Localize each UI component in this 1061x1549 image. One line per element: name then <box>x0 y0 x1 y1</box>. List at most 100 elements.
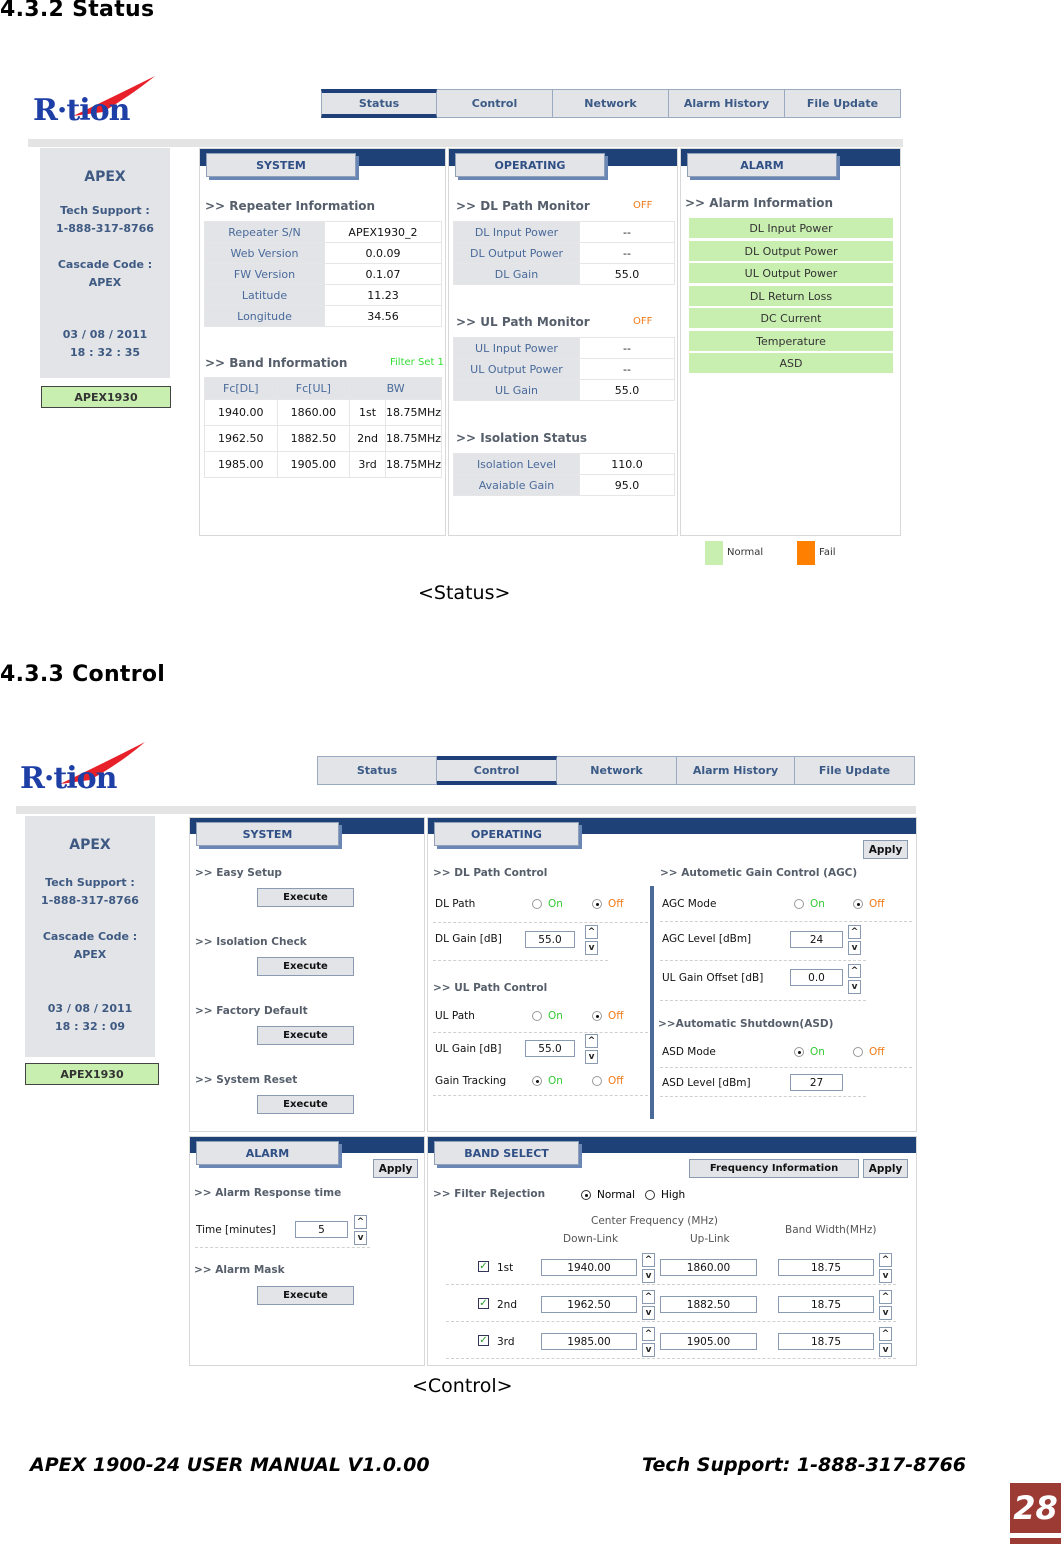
spin-down-button[interactable]: v <box>642 1269 655 1283</box>
panel-tab-system: SYSTEM <box>206 153 356 177</box>
agc-level-input[interactable]: 24 <box>790 931 843 948</box>
band-3rd-checkbox[interactable]: ✓ <box>478 1335 489 1346</box>
row-divider <box>660 1096 866 1097</box>
spin-up-button[interactable]: ^ <box>642 1327 655 1341</box>
ul-path-off-radio[interactable]: Off <box>592 1010 624 1022</box>
radio-checked-icon <box>592 1011 602 1021</box>
band-1st-uplink-input[interactable]: 1860.00 <box>660 1259 757 1276</box>
alarm-item-asd: ASD <box>689 353 893 373</box>
alarm-apply-button[interactable]: Apply <box>373 1159 418 1178</box>
frequency-information-button[interactable]: Frequency Information <box>689 1159 859 1178</box>
repeater-info-title: >> Repeater Information <box>205 199 376 213</box>
ul-gain-input[interactable]: 55.0 <box>525 1040 575 1057</box>
tab-file-update[interactable]: File Update <box>795 756 915 785</box>
gain-tracking-off-radio[interactable]: Off <box>592 1075 624 1087</box>
spin-up-button[interactable]: ^ <box>642 1253 655 1267</box>
tab-alarm-history[interactable]: Alarm History <box>669 89 785 118</box>
spin-down-button[interactable]: v <box>642 1343 655 1357</box>
bandwidth-header: Band Width(MHz) <box>785 1224 877 1236</box>
row-divider <box>433 1032 648 1033</box>
gain-tracking-on-radio[interactable]: On <box>532 1075 563 1087</box>
spin-up-button[interactable]: ^ <box>585 925 598 939</box>
agc-title: >> Autometic Gain Control (AGC) <box>660 867 858 879</box>
dl-path-off-radio[interactable]: Off <box>592 898 624 910</box>
dl-gain-value: 55.0 <box>579 263 675 285</box>
band-apply-button[interactable]: Apply <box>863 1159 908 1178</box>
fw-version-label: FW Version <box>204 263 325 285</box>
band-3rd-bandwidth-input[interactable]: 18.75 <box>778 1333 874 1350</box>
spin-down-button[interactable]: v <box>848 980 861 994</box>
band-3rd-uplink-input[interactable]: 1905.00 <box>660 1333 757 1350</box>
sidebar-time: 18 : 32 : 35 <box>69 346 141 359</box>
spin-up-button[interactable]: ^ <box>879 1253 892 1267</box>
radio-unchecked-icon <box>532 899 542 909</box>
row-divider <box>433 922 648 923</box>
band-2nd-checkbox[interactable]: ✓ <box>478 1298 489 1309</box>
spin-down-button[interactable]: v <box>354 1231 367 1245</box>
panel-tab-system: SYSTEM <box>196 822 339 846</box>
spin-down-button[interactable]: v <box>879 1343 892 1357</box>
system-reset-execute-button[interactable]: Execute <box>257 1095 354 1114</box>
dl-path-on-radio[interactable]: On <box>532 898 563 910</box>
spin-down-button[interactable]: v <box>879 1306 892 1320</box>
ul-gain-offset-input[interactable]: 0.0 <box>790 969 843 986</box>
row-divider <box>433 960 608 961</box>
control-section-heading: 4.3.3 Control <box>0 662 166 687</box>
asd-mode-off-radio[interactable]: Off <box>853 1046 885 1058</box>
band-2nd-bandwidth-input[interactable]: 18.75 <box>778 1296 874 1313</box>
spin-down-button[interactable]: v <box>642 1306 655 1320</box>
alarm-mask-execute-button[interactable]: Execute <box>257 1286 354 1305</box>
radio-unchecked-icon <box>794 899 804 909</box>
ul-gain-label: UL Gain [dB] <box>435 1043 502 1055</box>
agc-mode-on-radio[interactable]: On <box>794 898 825 910</box>
table-row: Longitude 34.56 <box>204 305 442 327</box>
tab-control[interactable]: Control <box>437 89 553 118</box>
row-divider <box>446 1321 896 1322</box>
alarm-time-input[interactable]: 5 <box>295 1221 348 1238</box>
agc-mode-off-radio[interactable]: Off <box>853 898 885 910</box>
spin-up-button[interactable]: ^ <box>848 964 861 978</box>
tab-alarm-history[interactable]: Alarm History <box>677 756 795 785</box>
isolation-check-execute-button[interactable]: Execute <box>257 957 354 976</box>
tab-status[interactable]: Status <box>321 89 437 118</box>
spin-up-button[interactable]: ^ <box>848 925 861 939</box>
band-1st-downlink-input[interactable]: 1940.00 <box>541 1259 637 1276</box>
band-1st-checkbox[interactable]: ✓ <box>478 1261 489 1272</box>
filter-high-radio[interactable]: High <box>645 1189 685 1201</box>
filter-normal-radio[interactable]: Normal <box>581 1189 635 1201</box>
tab-status[interactable]: Status <box>317 756 437 785</box>
band-2nd-bandwidth-spinner: ^ v <box>879 1290 892 1320</box>
tab-file-update[interactable]: File Update <box>785 89 901 118</box>
easy-setup-title: >> Easy Setup <box>195 867 282 879</box>
spin-down-button[interactable]: v <box>585 941 598 955</box>
ul-path-on-radio[interactable]: On <box>532 1010 563 1022</box>
band-1st-downlink-spinner: ^ v <box>642 1253 655 1283</box>
radio-unchecked-icon <box>592 1076 602 1086</box>
spin-down-button[interactable]: v <box>585 1050 598 1064</box>
alarm-item-ul-output-power: UL Output Power <box>689 263 893 283</box>
spin-down-button[interactable]: v <box>848 941 861 955</box>
fw-version-value: 0.1.07 <box>324 263 442 285</box>
spin-up-button[interactable]: ^ <box>879 1290 892 1304</box>
band-2nd-uplink-input[interactable]: 1882.50 <box>660 1296 757 1313</box>
tab-control[interactable]: Control <box>437 756 557 785</box>
operating-apply-button[interactable]: Apply <box>863 840 908 859</box>
dl-gain-input[interactable]: 55.0 <box>525 931 575 948</box>
easy-setup-execute-button[interactable]: Execute <box>257 888 354 907</box>
tab-network[interactable]: Network <box>553 89 669 118</box>
radio-label: On <box>548 1075 563 1087</box>
spin-down-button[interactable]: v <box>879 1269 892 1283</box>
band-1st-bandwidth-input[interactable]: 18.75 <box>778 1259 874 1276</box>
band-3rd-downlink-input[interactable]: 1985.00 <box>541 1333 637 1350</box>
spin-up-button[interactable]: ^ <box>585 1034 598 1048</box>
tab-network[interactable]: Network <box>557 756 677 785</box>
factory-default-execute-button[interactable]: Execute <box>257 1026 354 1045</box>
row-divider <box>433 1095 648 1096</box>
asd-level-input[interactable]: 27 <box>790 1074 843 1091</box>
spin-up-button[interactable]: ^ <box>642 1290 655 1304</box>
spin-up-button[interactable]: ^ <box>879 1327 892 1341</box>
spin-up-button[interactable]: ^ <box>354 1215 367 1229</box>
model-badge: APEX1930 <box>41 386 171 408</box>
band-2nd-downlink-input[interactable]: 1962.50 <box>541 1296 637 1313</box>
asd-mode-on-radio[interactable]: On <box>794 1046 825 1058</box>
